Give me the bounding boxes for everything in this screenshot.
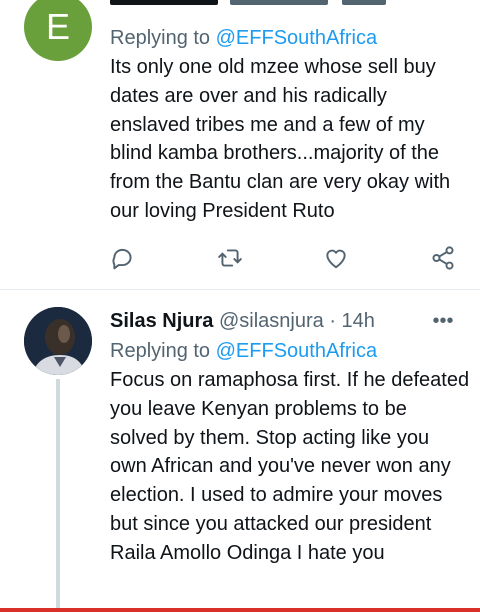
retweet-button[interactable] bbox=[216, 244, 244, 272]
clipped-header-text bbox=[110, 0, 386, 5]
replying-handle-link[interactable]: @EFFSouthAfrica bbox=[216, 27, 377, 49]
like-button[interactable] bbox=[322, 244, 350, 272]
replying-prefix: Replying to bbox=[110, 27, 211, 49]
thread-line bbox=[56, 379, 60, 612]
like-icon bbox=[326, 249, 346, 269]
retweet-icon bbox=[218, 249, 242, 267]
username-handle[interactable]: @silasnjura bbox=[219, 310, 324, 332]
header-separator: · bbox=[329, 310, 336, 332]
tweet-card[interactable]: E Replying to @EFFSouthAfrica Its only o… bbox=[0, 0, 480, 290]
avatar[interactable]: E bbox=[24, 0, 92, 61]
timestamp[interactable]: 14h bbox=[342, 310, 375, 332]
display-name[interactable]: Silas Njura bbox=[110, 310, 213, 332]
reply-icon bbox=[112, 248, 132, 270]
replying-handle-link[interactable]: @EFFSouthAfrica bbox=[216, 340, 377, 362]
replying-to: Replying to @EFFSouthAfrica bbox=[110, 338, 377, 364]
share-icon bbox=[432, 246, 454, 270]
more-options-icon[interactable]: ••• bbox=[430, 308, 456, 334]
avatar-letter: E bbox=[45, 6, 70, 47]
reply-button[interactable] bbox=[109, 244, 137, 272]
replying-prefix: Replying to bbox=[110, 340, 211, 362]
bottom-accent-bar bbox=[0, 608, 480, 612]
tweet-actions bbox=[0, 244, 480, 272]
tweet-divider bbox=[0, 289, 480, 290]
tweet-card[interactable]: Silas Njura @silasnjura · 14h ••• Replyi… bbox=[0, 291, 480, 612]
tweet-text: Focus on ramaphosa first. If he defeated… bbox=[110, 369, 470, 564]
replying-to: Replying to @EFFSouthAfrica bbox=[110, 25, 377, 51]
tweet-text: Its only one old mzee whose sell buy dat… bbox=[110, 56, 451, 222]
share-button[interactable] bbox=[429, 244, 457, 272]
tweet-header-clipped bbox=[110, 0, 400, 12]
avatar-photo bbox=[24, 307, 92, 375]
tweet-header: Silas Njura @silasnjura · 14h bbox=[110, 308, 375, 334]
avatar[interactable] bbox=[24, 307, 92, 375]
